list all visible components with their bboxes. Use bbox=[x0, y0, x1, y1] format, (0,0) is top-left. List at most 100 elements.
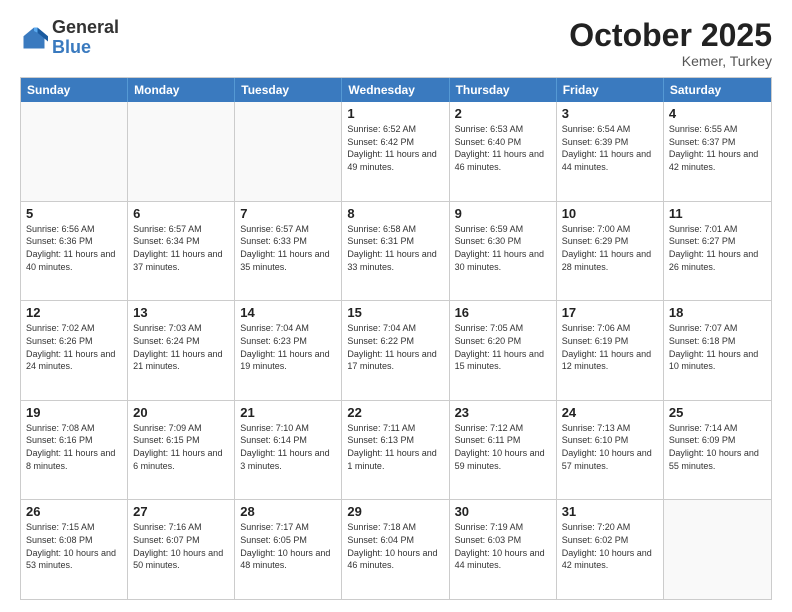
cell-info: Sunrise: 7:04 AM Sunset: 6:22 PM Dayligh… bbox=[347, 322, 443, 372]
calendar-cell bbox=[128, 102, 235, 201]
calendar-cell: 15 Sunrise: 7:04 AM Sunset: 6:22 PM Dayli… bbox=[342, 301, 449, 400]
cell-info: Sunrise: 7:06 AM Sunset: 6:19 PM Dayligh… bbox=[562, 322, 658, 372]
cell-info: Sunrise: 7:12 AM Sunset: 6:11 PM Dayligh… bbox=[455, 422, 551, 472]
day-number: 3 bbox=[562, 106, 658, 121]
calendar-cell bbox=[664, 500, 771, 599]
day-number: 24 bbox=[562, 405, 658, 420]
day-number: 19 bbox=[26, 405, 122, 420]
cell-info: Sunrise: 7:00 AM Sunset: 6:29 PM Dayligh… bbox=[562, 223, 658, 273]
calendar-cell: 24Sunrise: 7:13 AM Sunset: 6:10 PM Dayli… bbox=[557, 401, 664, 500]
weekday-header: Thursday bbox=[450, 78, 557, 102]
day-number: 7 bbox=[240, 206, 336, 221]
day-number: 4 bbox=[669, 106, 766, 121]
day-number: 5 bbox=[26, 206, 122, 221]
calendar-cell: 31Sunrise: 7:20 AM Sunset: 6:02 PM Dayli… bbox=[557, 500, 664, 599]
calendar-cell: 25Sunrise: 7:14 AM Sunset: 6:09 PM Dayli… bbox=[664, 401, 771, 500]
day-number: 23 bbox=[455, 405, 551, 420]
cell-info: Sunrise: 7:17 AM Sunset: 6:05 PM Dayligh… bbox=[240, 521, 336, 571]
day-number: 17 bbox=[562, 305, 658, 320]
location: Kemer, Turkey bbox=[569, 53, 772, 69]
cell-info: Sunrise: 7:16 AM Sunset: 6:07 PM Dayligh… bbox=[133, 521, 229, 571]
day-number: 18 bbox=[669, 305, 766, 320]
calendar-row: 1 Sunrise: 6:52 AM Sunset: 6:42 PM Daylig… bbox=[21, 102, 771, 201]
cell-info: Sunrise: 7:02 AM Sunset: 6:26 PM Dayligh… bbox=[26, 322, 122, 372]
cell-info: Sunrise: 7:18 AM Sunset: 6:04 PM Dayligh… bbox=[347, 521, 443, 571]
day-number: 16 bbox=[455, 305, 551, 320]
calendar-cell: 17 Sunrise: 7:06 AM Sunset: 6:19 PM Dayli… bbox=[557, 301, 664, 400]
cell-info: Sunrise: 7:09 AM Sunset: 6:15 PM Dayligh… bbox=[133, 422, 229, 472]
calendar-cell: 7 Sunrise: 6:57 AM Sunset: 6:33 PM Daylig… bbox=[235, 202, 342, 301]
day-number: 30 bbox=[455, 504, 551, 519]
calendar-cell: 4 Sunrise: 6:55 AM Sunset: 6:37 PM Daylig… bbox=[664, 102, 771, 201]
calendar-cell: 14Sunrise: 7:04 AM Sunset: 6:23 PM Dayli… bbox=[235, 301, 342, 400]
calendar-cell: 16Sunrise: 7:05 AM Sunset: 6:20 PM Dayli… bbox=[450, 301, 557, 400]
cell-info: Sunrise: 7:03 AM Sunset: 6:24 PM Dayligh… bbox=[133, 322, 229, 372]
calendar-row: 19 Sunrise: 7:08 AM Sunset: 6:16 PM Dayli… bbox=[21, 400, 771, 500]
day-number: 2 bbox=[455, 106, 551, 121]
calendar-cell bbox=[21, 102, 128, 201]
cell-info: Sunrise: 7:08 AM Sunset: 6:16 PM Dayligh… bbox=[26, 422, 122, 472]
logo-icon bbox=[20, 24, 48, 52]
day-number: 10 bbox=[562, 206, 658, 221]
cell-info: Sunrise: 6:58 AM Sunset: 6:31 PM Dayligh… bbox=[347, 223, 443, 273]
calendar-cell: 29 Sunrise: 7:18 AM Sunset: 6:04 PM Dayli… bbox=[342, 500, 449, 599]
calendar-row: 26 Sunrise: 7:15 AM Sunset: 6:08 PM Dayli… bbox=[21, 499, 771, 599]
cell-info: Sunrise: 6:59 AM Sunset: 6:30 PM Dayligh… bbox=[455, 223, 551, 273]
calendar-cell: 28 Sunrise: 7:17 AM Sunset: 6:05 PM Dayli… bbox=[235, 500, 342, 599]
day-number: 11 bbox=[669, 206, 766, 221]
calendar-page: General Blue October 2025 Kemer, Turkey … bbox=[0, 0, 792, 612]
day-number: 14 bbox=[240, 305, 336, 320]
month-title: October 2025 bbox=[569, 18, 772, 53]
calendar: SundayMondayTuesdayWednesdayThursdayFrid… bbox=[20, 77, 772, 600]
calendar-cell: 10 Sunrise: 7:00 AM Sunset: 6:29 PM Dayli… bbox=[557, 202, 664, 301]
calendar-cell: 5 Sunrise: 6:56 AM Sunset: 6:36 PM Daylig… bbox=[21, 202, 128, 301]
calendar-cell: 1 Sunrise: 6:52 AM Sunset: 6:42 PM Daylig… bbox=[342, 102, 449, 201]
calendar-cell: 21 Sunrise: 7:10 AM Sunset: 6:14 PM Dayli… bbox=[235, 401, 342, 500]
calendar-cell: 26 Sunrise: 7:15 AM Sunset: 6:08 PM Dayli… bbox=[21, 500, 128, 599]
cell-info: Sunrise: 6:57 AM Sunset: 6:33 PM Dayligh… bbox=[240, 223, 336, 273]
calendar-cell: 18Sunrise: 7:07 AM Sunset: 6:18 PM Dayli… bbox=[664, 301, 771, 400]
day-number: 1 bbox=[347, 106, 443, 121]
calendar-cell: 30 Sunrise: 7:19 AM Sunset: 6:03 PM Dayli… bbox=[450, 500, 557, 599]
calendar-cell: 8 Sunrise: 6:58 AM Sunset: 6:31 PM Daylig… bbox=[342, 202, 449, 301]
cell-info: Sunrise: 7:20 AM Sunset: 6:02 PM Dayligh… bbox=[562, 521, 658, 571]
calendar-row: 5 Sunrise: 6:56 AM Sunset: 6:36 PM Daylig… bbox=[21, 201, 771, 301]
cell-info: Sunrise: 7:15 AM Sunset: 6:08 PM Dayligh… bbox=[26, 521, 122, 571]
calendar-row: 12 Sunrise: 7:02 AM Sunset: 6:26 PM Dayli… bbox=[21, 300, 771, 400]
day-number: 12 bbox=[26, 305, 122, 320]
cell-info: Sunrise: 6:57 AM Sunset: 6:34 PM Dayligh… bbox=[133, 223, 229, 273]
day-number: 6 bbox=[133, 206, 229, 221]
weekday-header: Monday bbox=[128, 78, 235, 102]
logo-text: General Blue bbox=[52, 18, 119, 58]
cell-info: Sunrise: 6:55 AM Sunset: 6:37 PM Dayligh… bbox=[669, 123, 766, 173]
header: General Blue October 2025 Kemer, Turkey bbox=[20, 18, 772, 69]
calendar-cell: 12 Sunrise: 7:02 AM Sunset: 6:26 PM Dayli… bbox=[21, 301, 128, 400]
day-number: 27 bbox=[133, 504, 229, 519]
day-number: 21 bbox=[240, 405, 336, 420]
day-number: 28 bbox=[240, 504, 336, 519]
cell-info: Sunrise: 7:10 AM Sunset: 6:14 PM Dayligh… bbox=[240, 422, 336, 472]
day-number: 13 bbox=[133, 305, 229, 320]
cell-info: Sunrise: 6:56 AM Sunset: 6:36 PM Dayligh… bbox=[26, 223, 122, 273]
cell-info: Sunrise: 6:54 AM Sunset: 6:39 PM Dayligh… bbox=[562, 123, 658, 173]
calendar-cell: 23 Sunrise: 7:12 AM Sunset: 6:11 PM Dayli… bbox=[450, 401, 557, 500]
cell-info: Sunrise: 7:11 AM Sunset: 6:13 PM Dayligh… bbox=[347, 422, 443, 472]
calendar-cell bbox=[235, 102, 342, 201]
day-number: 26 bbox=[26, 504, 122, 519]
calendar-body: 1 Sunrise: 6:52 AM Sunset: 6:42 PM Daylig… bbox=[21, 102, 771, 599]
weekday-header: Friday bbox=[557, 78, 664, 102]
calendar-cell: 11Sunrise: 7:01 AM Sunset: 6:27 PM Dayli… bbox=[664, 202, 771, 301]
day-number: 29 bbox=[347, 504, 443, 519]
calendar-cell: 20Sunrise: 7:09 AM Sunset: 6:15 PM Dayli… bbox=[128, 401, 235, 500]
day-number: 8 bbox=[347, 206, 443, 221]
calendar-cell: 9Sunrise: 6:59 AM Sunset: 6:30 PM Daylig… bbox=[450, 202, 557, 301]
day-number: 15 bbox=[347, 305, 443, 320]
calendar-cell: 13 Sunrise: 7:03 AM Sunset: 6:24 PM Dayli… bbox=[128, 301, 235, 400]
calendar-cell: 27 Sunrise: 7:16 AM Sunset: 6:07 PM Dayli… bbox=[128, 500, 235, 599]
weekday-header: Tuesday bbox=[235, 78, 342, 102]
cell-info: Sunrise: 7:19 AM Sunset: 6:03 PM Dayligh… bbox=[455, 521, 551, 571]
calendar-cell: 2Sunrise: 6:53 AM Sunset: 6:40 PM Daylig… bbox=[450, 102, 557, 201]
title-block: October 2025 Kemer, Turkey bbox=[569, 18, 772, 69]
logo: General Blue bbox=[20, 18, 119, 58]
cell-info: Sunrise: 6:52 AM Sunset: 6:42 PM Dayligh… bbox=[347, 123, 443, 173]
